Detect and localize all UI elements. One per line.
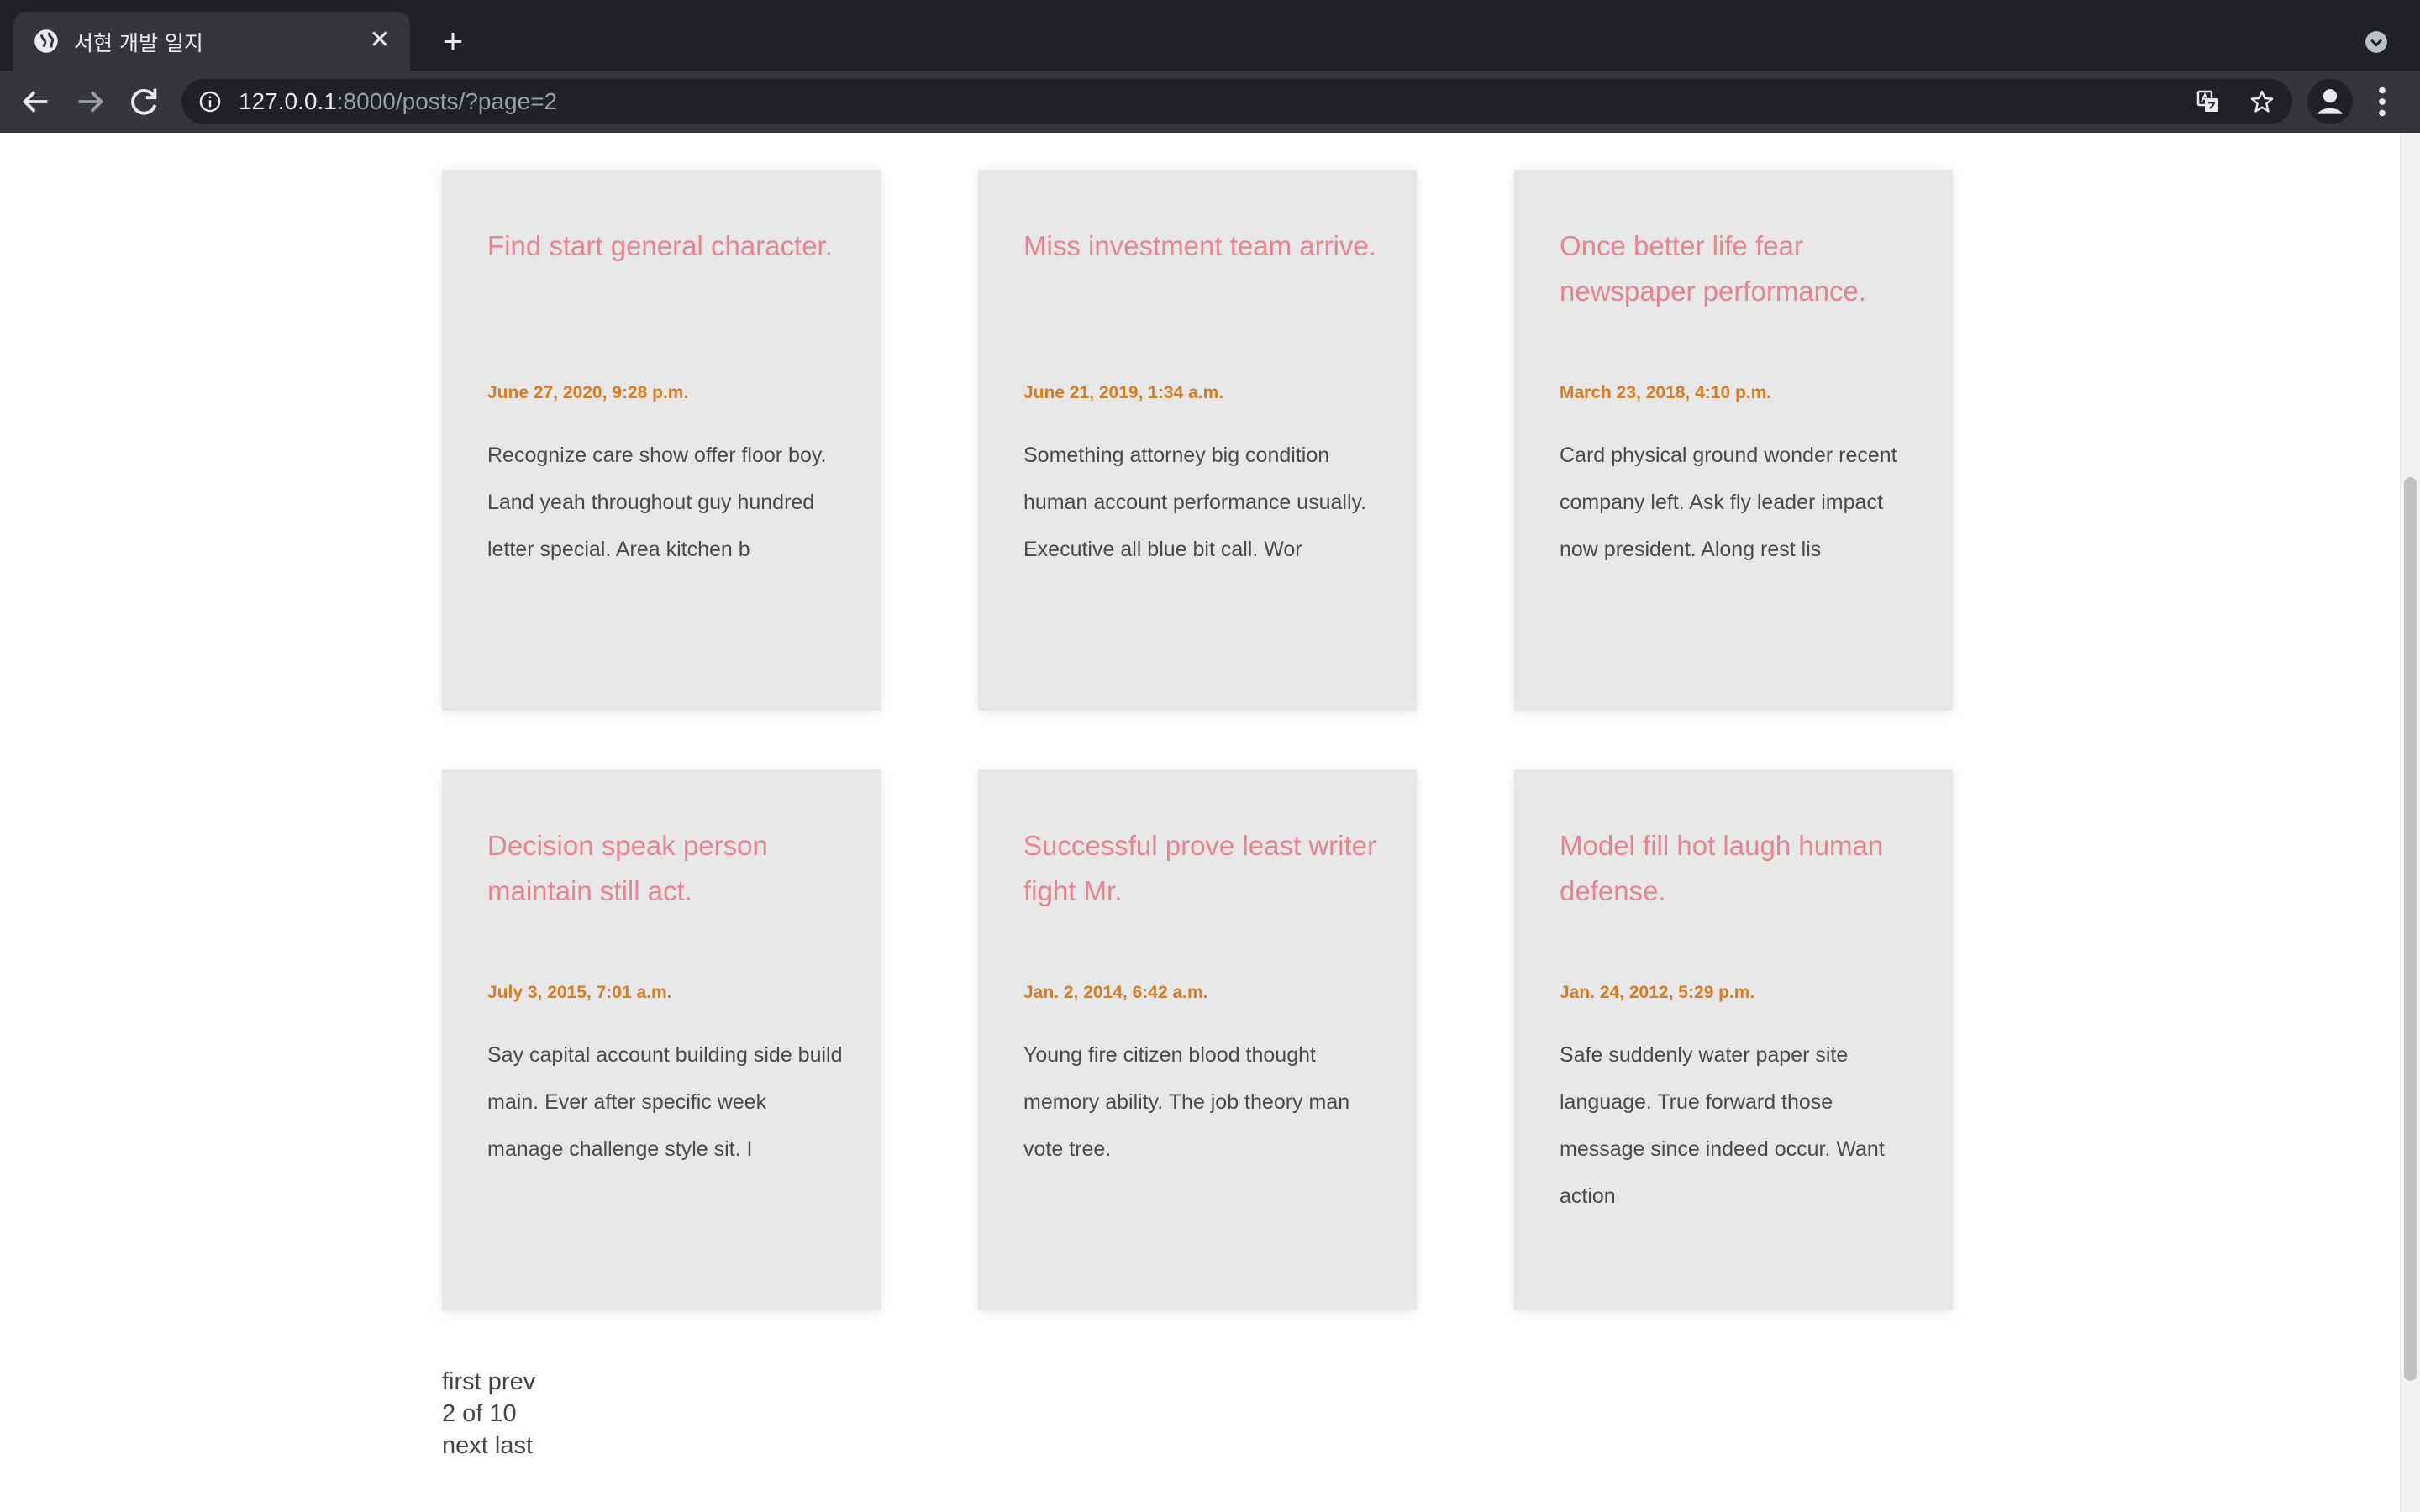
tab-search-icon[interactable] bbox=[2365, 30, 2388, 54]
pagination: first prev 2 of 10 next last bbox=[442, 1366, 535, 1462]
post-date: March 23, 2018, 4:10 p.m. bbox=[1560, 383, 1772, 402]
last-page-link[interactable]: last bbox=[495, 1432, 533, 1459]
page-indicator: 2 of 10 bbox=[442, 1400, 517, 1427]
post-title[interactable]: Once better life fear newspaper performa… bbox=[1560, 223, 1919, 314]
prev-page-link[interactable]: prev bbox=[488, 1368, 535, 1395]
post-date: July 3, 2015, 7:01 a.m. bbox=[487, 983, 672, 1002]
post-card[interactable]: Decision speak person maintain still act… bbox=[442, 769, 881, 1310]
url-path: :8000/posts/?page=2 bbox=[336, 88, 558, 114]
forward-arrow-icon[interactable] bbox=[71, 82, 109, 121]
post-excerpt: Safe suddenly water paper site language.… bbox=[1560, 1043, 1885, 1208]
bookmark-star-icon[interactable] bbox=[2249, 88, 2275, 115]
post-date: June 27, 2020, 9:28 p.m. bbox=[487, 383, 689, 402]
url-host: 127.0.0.1 bbox=[239, 88, 337, 114]
browser-toolbar: 127.0.0.1:8000/posts/?page=2 bbox=[0, 71, 2420, 133]
post-card[interactable]: Miss investment team arrive. June 21, 20… bbox=[978, 170, 1417, 711]
first-page-link[interactable]: first bbox=[442, 1368, 481, 1395]
translate-icon[interactable] bbox=[2195, 88, 2222, 115]
post-date: June 21, 2019, 1:34 a.m. bbox=[1023, 383, 1224, 402]
post-card[interactable]: Once better life fear newspaper performa… bbox=[1514, 170, 1953, 711]
address-bar[interactable]: 127.0.0.1:8000/posts/?page=2 bbox=[182, 79, 2292, 124]
vertical-scrollbar[interactable] bbox=[2400, 133, 2420, 1512]
post-title[interactable]: Model fill hot laugh human defense. bbox=[1560, 823, 1919, 914]
post-excerpt: Say capital account building side build … bbox=[487, 1043, 843, 1161]
post-excerpt: Young fire citizen blood thought memory … bbox=[1023, 1043, 1350, 1161]
next-page-link[interactable]: next bbox=[442, 1432, 488, 1459]
post-card[interactable]: Model fill hot laugh human defense. Jan.… bbox=[1514, 769, 1953, 1310]
post-excerpt: Recognize care show offer floor boy. Lan… bbox=[487, 444, 827, 561]
new-tab-button[interactable]: + bbox=[432, 20, 474, 62]
browser-tab[interactable]: 서현 개발 일지 ✕ bbox=[13, 12, 410, 71]
post-card[interactable]: Successful prove least writer fight Mr. … bbox=[978, 769, 1417, 1310]
site-info-icon[interactable] bbox=[198, 90, 222, 113]
post-card[interactable]: Find start general character. June 27, 2… bbox=[442, 170, 881, 711]
reload-icon[interactable] bbox=[124, 82, 163, 121]
more-vertical-icon[interactable] bbox=[2363, 82, 2402, 121]
tab-strip: 서현 개발 일지 ✕ + bbox=[0, 0, 2420, 71]
post-date: Jan. 24, 2012, 5:29 p.m. bbox=[1560, 983, 1755, 1002]
post-title[interactable]: Miss investment team arrive. bbox=[1023, 223, 1383, 269]
globe-icon bbox=[34, 29, 58, 53]
scrollbar-thumb[interactable] bbox=[2404, 477, 2417, 1381]
post-excerpt: Something attorney big condition human a… bbox=[1023, 444, 1367, 561]
post-excerpt: Card physical ground wonder recent compa… bbox=[1560, 444, 1897, 561]
back-arrow-icon[interactable] bbox=[17, 82, 55, 121]
close-tab-icon[interactable]: ✕ bbox=[363, 24, 397, 57]
url-text[interactable]: 127.0.0.1:8000/posts/?page=2 bbox=[239, 88, 557, 115]
post-title[interactable]: Find start general character. bbox=[487, 223, 847, 269]
tab-title: 서현 개발 일지 bbox=[74, 31, 203, 55]
page-viewport: Find start general character. June 27, 2… bbox=[0, 133, 2400, 1512]
post-title[interactable]: Decision speak person maintain still act… bbox=[487, 823, 847, 914]
profile-avatar-icon[interactable] bbox=[2307, 79, 2353, 124]
post-date: Jan. 2, 2014, 6:42 a.m. bbox=[1023, 983, 1208, 1002]
post-title[interactable]: Successful prove least writer fight Mr. bbox=[1023, 823, 1383, 914]
